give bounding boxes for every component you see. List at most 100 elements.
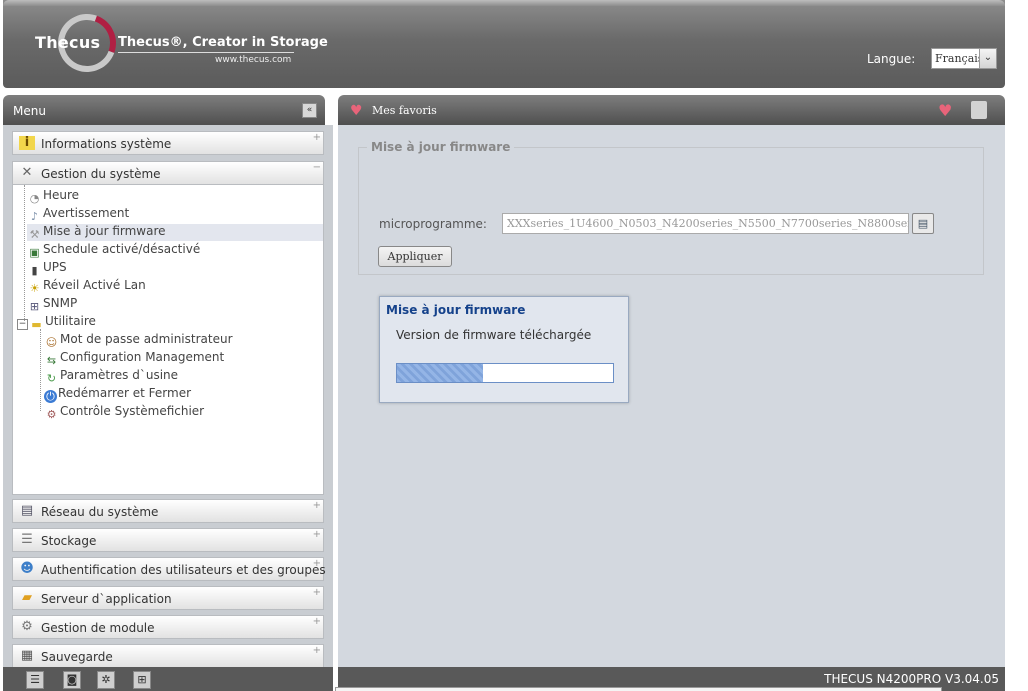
tree-item-label: Schedule activé/désactivé [43,242,201,256]
logout-icon[interactable] [971,101,987,119]
storage-quick-icon[interactable]: ☰ [26,671,44,689]
menu-section-label: Informations système [41,137,172,151]
menu-title: Menu [13,104,46,118]
tree-item-label: SNMP [43,296,78,310]
expand-icon[interactable]: + [313,500,321,511]
expand-icon[interactable]: + [313,616,321,627]
tree-item-config-management[interactable]: ⇆ Configuration Management [44,350,224,367]
tree-item-admin-password[interactable]: ☺ Mot de passe administrateur [44,332,233,349]
users-icon: ☻ [20,561,34,576]
snmp-icon: ⊞ [29,300,40,313]
menu-header: Menu « [3,95,325,125]
chevron-down-icon[interactable]: ⌄ [979,49,996,68]
menu-section-label: Réseau du système [41,505,159,519]
network-icon: ▤ [20,503,34,518]
menu-section-backup[interactable]: ▦ Sauvegarde + [12,644,324,668]
expand-icon[interactable]: + [313,132,321,143]
menu-section-label: Authentification des utilisateurs et des… [41,563,326,577]
expand-icon[interactable]: + [313,558,321,569]
expand-icon[interactable]: + [313,587,321,598]
network-quick-icon[interactable]: ⊞ [133,671,151,689]
tree-item-schedule[interactable]: ▣ Schedule activé/désactivé [27,242,200,259]
quick-launch-bar: ☰ ◙ ✲ ⊞ [3,667,333,691]
tree-item-label: Redémarrer et Fermer [58,386,192,400]
tree-collapse-icon[interactable]: − [17,319,28,330]
browse-file-icon[interactable]: ▤ [912,213,934,234]
app-server-icon: ▰ [22,590,32,605]
tree-item-heure[interactable]: ◔ Heure [27,188,79,205]
menu-section-module[interactable]: ⚙ Gestion de module + [12,615,324,639]
tree-item-wol[interactable]: ☀ Réveil Activé Lan [27,278,146,295]
firmware-field-label: microprogramme: [379,217,487,231]
menu-section-label: Gestion de module [41,621,155,635]
app-header: Thecus Thecus®, Creator in Storage www.t… [3,0,1005,88]
progress-fill [397,364,484,382]
schedule-icon: ▣ [29,246,40,259]
firmware-icon: ⚒ [29,228,40,241]
thecus-logo: Thecus [35,33,101,52]
expand-icon[interactable]: + [313,645,321,656]
tree-item-factory-defaults[interactable]: ↻ Paramètres d`usine [44,368,178,385]
menu-section-system-management[interactable]: ✕ Gestion du système − [12,161,324,185]
menu-section-label: Stockage [41,534,97,548]
disk-quick-icon[interactable]: ◙ [63,671,81,689]
menu-section-label: Gestion du système [41,167,161,181]
firmware-update-fieldset: Mise à jour firmware microprogramme: XXX… [358,140,984,275]
tree-connector [40,329,41,411]
tree-item-utilitaire[interactable]: − ▬ Utilitaire [17,314,96,331]
menu-section-users-groups[interactable]: ☻ Authentification des utilisateurs et d… [12,557,326,581]
config-icon: ⇆ [46,354,57,367]
power-icon: ⏻ [44,390,57,403]
tree-item-label: Avertissement [43,206,130,220]
language-label: Langue: [867,52,916,66]
tree-item-label: Utilitaire [45,314,96,328]
fan-quick-icon[interactable]: ✲ [97,671,115,689]
menu-section-label: Sauvegarde [41,650,113,664]
folder-icon: ▬ [31,318,42,331]
tree-item-label: Contrôle Systèmefichier [60,404,205,418]
admin-icon: ☺ [45,336,58,349]
tree-item-firmware-update[interactable]: ⚒ Mise à jour firmware [27,224,323,241]
tagline: Thecus®, Creator in Storage [118,35,328,50]
menu-section-storage[interactable]: ☰ Stockage + [12,528,324,552]
menu-section-network[interactable]: ▤ Réseau du système + [12,499,324,523]
menu-section-label: Serveur d`application [41,592,172,606]
tree-item-filesystem-check[interactable]: ⚙ Contrôle Systèmefichier [44,404,205,421]
collapse-menu-icon[interactable]: « [302,103,317,118]
tree-item-label: Mise à jour firmware [43,224,166,238]
section-title: Mise à jour firmware [367,140,515,154]
tools-icon: ✕ [21,165,33,180]
menu-section-app-server[interactable]: ▰ Serveur d`application + [12,586,324,610]
language-value: Français [935,52,984,65]
tagline-underline [118,52,294,53]
horizontal-scrollbar[interactable] [335,687,942,691]
progress-dialog: Mise à jour firmware Version de firmware… [379,296,629,403]
language-select[interactable]: Français ⌄ [931,48,997,69]
tree-item-ups[interactable]: ▮ UPS [27,260,66,277]
menu-section-system-info[interactable]: i Informations système + [12,131,324,155]
wol-icon: ☀ [29,282,40,295]
bell-icon: ♪ [30,210,39,223]
tree-item-reboot-shutdown[interactable]: ⏻ Redémarrer et Fermer [44,386,191,403]
dialog-title: Mise à jour firmware [386,303,526,317]
module-icon: ⚙ [21,619,33,634]
expand-icon[interactable]: + [313,529,321,540]
apply-button[interactable]: Appliquer [378,246,452,267]
collapse-icon[interactable]: − [313,162,321,173]
storage-icon: ☰ [21,532,33,547]
tree-connector [24,185,25,321]
remove-favorite-icon[interactable]: ♥ [938,101,958,120]
firmware-file-input[interactable]: XXXseries_1U4600_N0503_N4200series_N5500… [502,213,909,234]
menu-panel: i Informations système + ✕ Gestion du sy… [3,125,333,691]
info-icon: i [19,136,35,150]
tree-item-snmp[interactable]: ⊞ SNMP [27,296,77,313]
website-link[interactable]: www.thecus.com [215,55,291,65]
favorites-header: ♥ Mes favoris ♥ [338,95,1005,125]
progress-bar [396,363,614,383]
backup-icon: ▦ [20,648,34,663]
tree-item-avertissement[interactable]: ♪ Avertissement [27,206,129,223]
ups-icon: ▮ [31,264,38,277]
favorites-title[interactable]: Mes favoris [372,104,437,117]
tree-item-label: Mot de passe administrateur [60,332,233,346]
fscheck-icon: ⚙ [46,408,57,421]
